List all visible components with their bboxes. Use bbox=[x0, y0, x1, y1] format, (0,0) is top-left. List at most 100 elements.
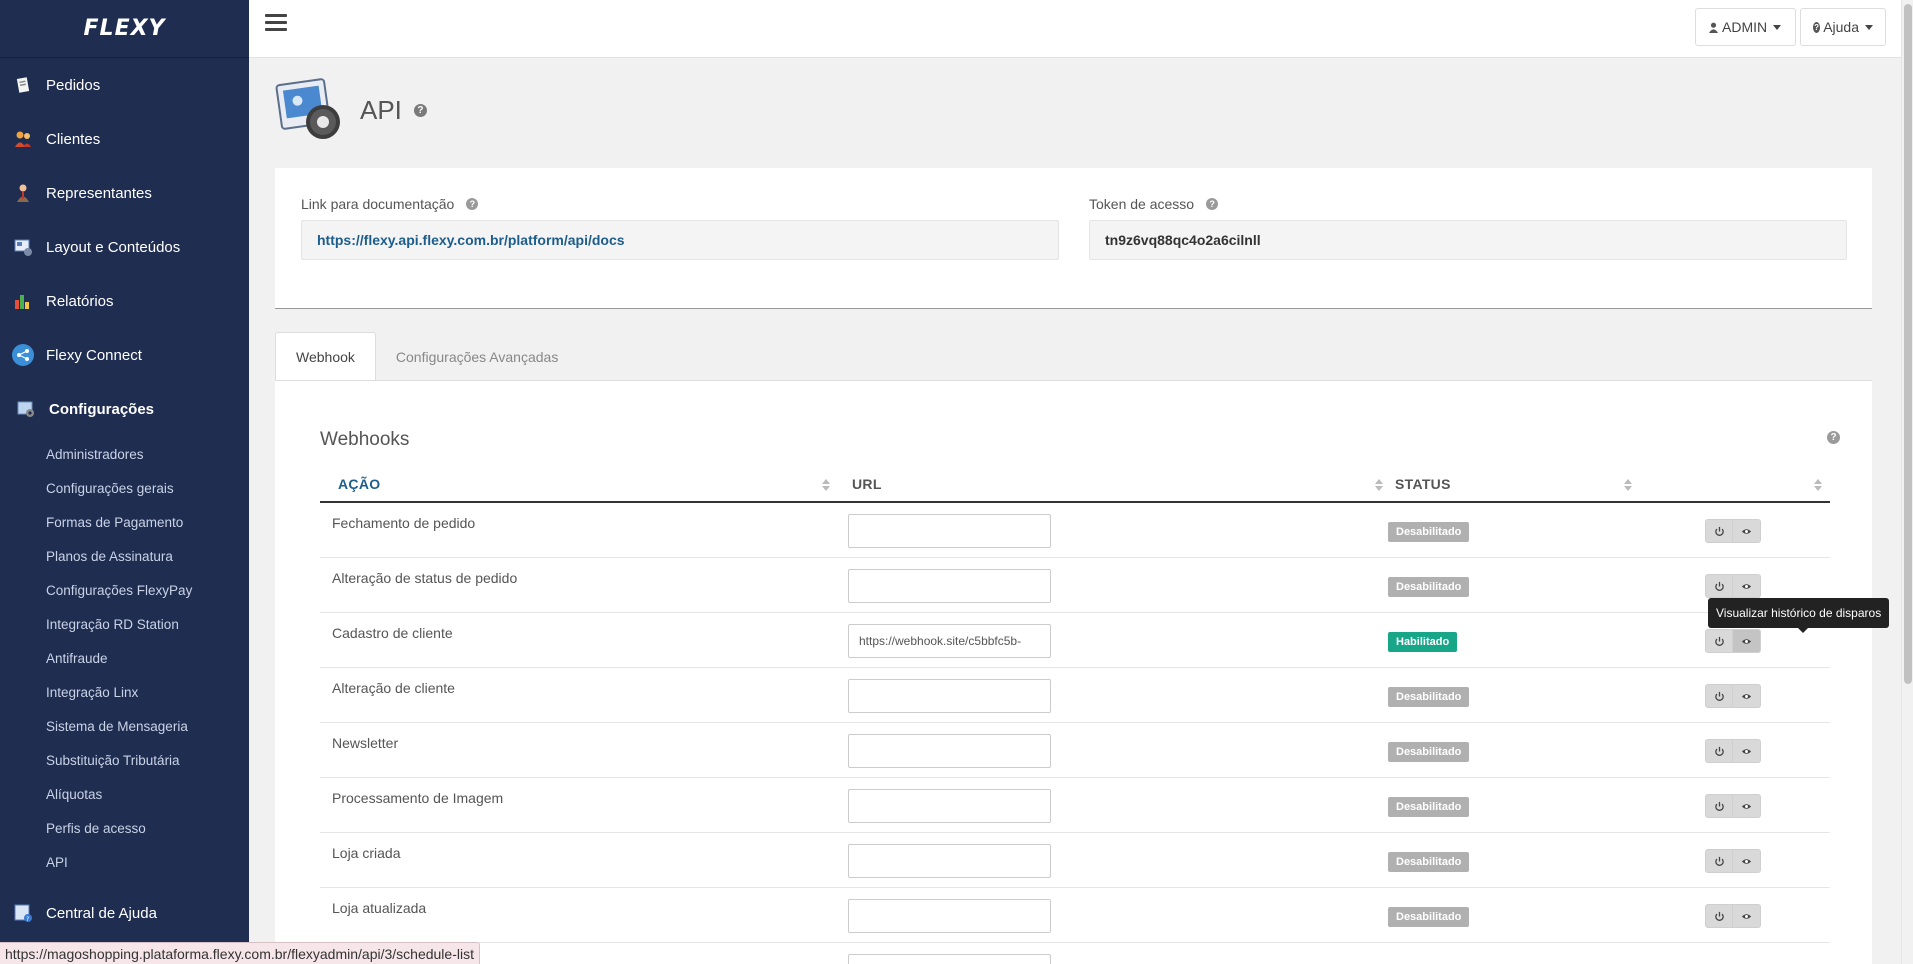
power-icon bbox=[1714, 581, 1724, 591]
view-history-button[interactable] bbox=[1733, 629, 1761, 653]
view-history-button[interactable] bbox=[1733, 574, 1761, 598]
orders-icon bbox=[12, 74, 34, 96]
settings-submenu: Administradores Configurações gerais For… bbox=[0, 436, 249, 880]
scrollbar-thumb[interactable] bbox=[1904, 4, 1912, 684]
sort-icon[interactable] bbox=[1375, 479, 1383, 491]
sidebar-item-flexy-connect[interactable]: Flexy Connect bbox=[0, 328, 249, 382]
table-row: Processamento de Imagem Desabilitado bbox=[320, 778, 1830, 833]
table-row: Loja criada Desabilitado bbox=[320, 833, 1830, 888]
question-icon[interactable]: ? bbox=[466, 198, 479, 210]
webhook-url-input[interactable] bbox=[848, 844, 1051, 878]
submenu-item-formas-pagamento[interactable]: Formas de Pagamento bbox=[0, 506, 249, 540]
submenu-item-linx[interactable]: Integração Linx bbox=[0, 676, 249, 710]
admin-dropdown-button[interactable]: ADMIN bbox=[1695, 8, 1796, 46]
sidebar-item-representantes[interactable]: Representantes bbox=[0, 166, 249, 220]
submenu-item-configuracoes-gerais[interactable]: Configurações gerais bbox=[0, 472, 249, 506]
toggle-power-button[interactable] bbox=[1705, 684, 1733, 708]
doc-link-label-text: Link para documentação bbox=[301, 196, 455, 212]
view-history-button[interactable] bbox=[1733, 849, 1761, 873]
view-history-button[interactable] bbox=[1733, 684, 1761, 708]
submenu-item-antifraude[interactable]: Antifraude bbox=[0, 642, 249, 676]
help-dropdown-button[interactable]: ? Ajuda bbox=[1800, 8, 1886, 46]
reports-icon bbox=[12, 290, 34, 312]
webhook-url-input[interactable] bbox=[848, 624, 1051, 658]
column-label: URL bbox=[852, 476, 882, 492]
submenu-item-substituicao-tributaria[interactable]: Substituição Tributária bbox=[0, 744, 249, 778]
token-value[interactable]: tn9z6vq88qc4o2a6cilnll bbox=[1105, 232, 1261, 248]
column-header-status[interactable]: STATUS bbox=[1395, 467, 1451, 501]
tab-bar: Webhook Configurações Avançadas bbox=[275, 332, 578, 381]
submenu-item-mensageria[interactable]: Sistema de Mensageria bbox=[0, 710, 249, 744]
sort-icon[interactable] bbox=[1624, 479, 1632, 491]
question-icon[interactable]: ? bbox=[413, 103, 427, 117]
tab-configuracoes-avancadas[interactable]: Configurações Avançadas bbox=[376, 332, 578, 381]
view-history-button[interactable] bbox=[1733, 904, 1761, 928]
sort-icon[interactable] bbox=[1814, 479, 1822, 491]
submenu-item-aliquotas[interactable]: Alíquotas bbox=[0, 778, 249, 812]
sidebar-item-label: Flexy Connect bbox=[46, 346, 142, 364]
webhook-url-input[interactable] bbox=[848, 899, 1051, 933]
submenu-item-perfis-acesso[interactable]: Perfis de acesso bbox=[0, 812, 249, 846]
toggle-power-button[interactable] bbox=[1705, 574, 1733, 598]
eye-icon bbox=[1741, 638, 1752, 644]
webhook-url-input[interactable] bbox=[848, 789, 1051, 823]
token-field[interactable]: tn9z6vq88qc4o2a6cilnll bbox=[1089, 220, 1847, 260]
view-history-button[interactable] bbox=[1733, 794, 1761, 818]
webhook-action: Alteração de cliente bbox=[332, 680, 455, 696]
settings-icon bbox=[15, 398, 37, 420]
webhook-url-input[interactable] bbox=[848, 569, 1051, 603]
sidebar-item-relatorios[interactable]: Relatórios bbox=[0, 274, 249, 328]
sidebar: FLEXY Pedidos Clientes Representantes La… bbox=[0, 0, 249, 964]
view-history-button[interactable] bbox=[1733, 739, 1761, 763]
svg-text:?: ? bbox=[26, 916, 29, 923]
webhook-url-input[interactable] bbox=[848, 679, 1051, 713]
toggle-power-button[interactable] bbox=[1705, 794, 1733, 818]
toggle-power-button[interactable] bbox=[1705, 629, 1733, 653]
toggle-power-button[interactable] bbox=[1705, 739, 1733, 763]
submenu-item-administradores[interactable]: Administradores bbox=[0, 438, 249, 472]
webhook-url-input[interactable] bbox=[848, 734, 1051, 768]
sidebar-item-label: Clientes bbox=[46, 130, 101, 148]
power-icon bbox=[1714, 856, 1724, 866]
power-icon bbox=[1714, 691, 1724, 701]
table-row: Alteração de cliente Desabilitado bbox=[320, 668, 1830, 723]
eye-icon bbox=[1741, 583, 1752, 589]
toggle-power-button[interactable] bbox=[1705, 904, 1733, 928]
submenu-item-planos-assinatura[interactable]: Planos de Assinatura bbox=[0, 540, 249, 574]
column-header-url[interactable]: URL bbox=[852, 467, 882, 501]
top-bar: ADMIN ? Ajuda bbox=[249, 0, 1901, 58]
toggle-power-button[interactable] bbox=[1705, 849, 1733, 873]
page-scrollbar[interactable] bbox=[1901, 0, 1913, 964]
power-icon bbox=[1714, 636, 1724, 646]
sidebar-item-configuracoes[interactable]: Configurações bbox=[0, 382, 249, 436]
sort-icon[interactable] bbox=[822, 479, 830, 491]
question-icon[interactable]: ? bbox=[1827, 431, 1840, 444]
menu-toggle-icon[interactable] bbox=[265, 14, 287, 34]
table-row bbox=[320, 943, 1830, 964]
page-title: API bbox=[360, 94, 402, 125]
submenu-item-api[interactable]: API bbox=[0, 846, 249, 880]
tab-webhook[interactable]: Webhook bbox=[275, 332, 376, 381]
sidebar-item-central-ajuda[interactable]: ? Central de Ajuda bbox=[0, 886, 249, 940]
toggle-power-button[interactable] bbox=[1705, 519, 1733, 543]
sidebar-item-layout[interactable]: Layout e Conteúdos bbox=[0, 220, 249, 274]
brand-logo[interactable]: FLEXY bbox=[0, 0, 249, 58]
sidebar-item-pedidos[interactable]: Pedidos bbox=[0, 58, 249, 112]
column-header-action[interactable]: AÇÃO bbox=[338, 467, 380, 501]
view-history-button[interactable] bbox=[1733, 519, 1761, 543]
sidebar-item-clientes[interactable]: Clientes bbox=[0, 112, 249, 166]
webhook-url-input[interactable] bbox=[848, 954, 1051, 964]
submenu-item-flexypay[interactable]: Configurações FlexyPay bbox=[0, 574, 249, 608]
power-icon bbox=[1714, 526, 1724, 536]
submenu-item-rd-station[interactable]: Integração RD Station bbox=[0, 608, 249, 642]
table-row: Cadastro de cliente Habilitado bbox=[320, 613, 1830, 668]
sidebar-main-nav: Pedidos Clientes Representantes Layout e… bbox=[0, 58, 249, 436]
doc-link-field[interactable]: https://flexy.api.flexy.com.br/platform/… bbox=[301, 220, 1059, 260]
chevron-down-icon bbox=[1773, 24, 1782, 30]
help-label: Ajuda bbox=[1823, 19, 1859, 35]
table-header: AÇÃO URL STATUS bbox=[320, 467, 1830, 503]
question-icon[interactable]: ? bbox=[1206, 198, 1219, 210]
webhook-url-input[interactable] bbox=[848, 514, 1051, 548]
webhook-action: Loja atualizada bbox=[332, 900, 427, 916]
doc-link-url[interactable]: https://flexy.api.flexy.com.br/platform/… bbox=[317, 232, 625, 248]
